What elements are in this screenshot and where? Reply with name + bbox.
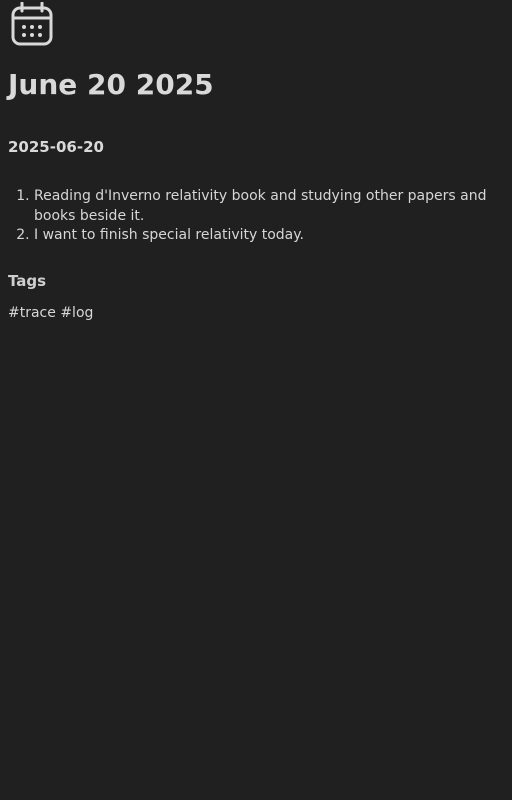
tags-line: #trace #log	[8, 305, 93, 321]
page-title: June 20 2025	[8, 68, 214, 101]
entry-list: Reading d'Inverno relativity book and st…	[8, 187, 498, 246]
note-page: June 20 2025 2025-06-20 Reading d'Invern…	[0, 0, 512, 800]
list-item: I want to finish special relativity toda…	[34, 226, 498, 246]
tags-heading: Tags	[8, 272, 47, 290]
list-item: Reading d'Inverno relativity book and st…	[34, 187, 498, 226]
tag-log[interactable]: #log	[60, 305, 93, 321]
calendar-icon	[11, 1, 53, 47]
date-heading: 2025-06-20	[8, 138, 104, 156]
tag-trace[interactable]: #trace	[8, 305, 56, 321]
